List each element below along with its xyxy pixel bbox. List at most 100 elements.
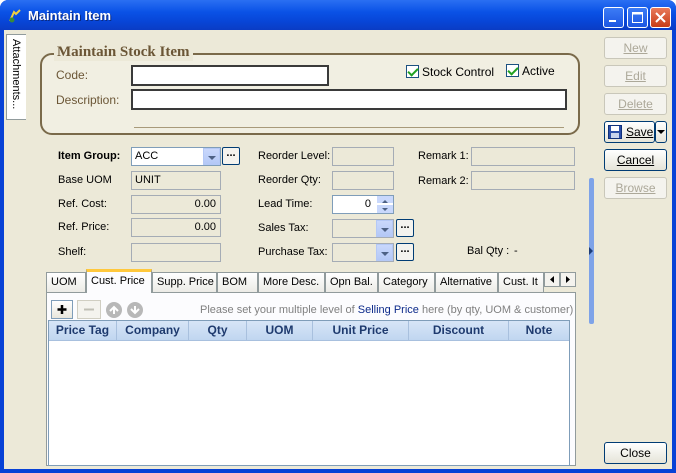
tab-bom[interactable]: BOM	[217, 272, 258, 292]
tab-category[interactable]: Category	[378, 272, 435, 292]
purchase-tax-select[interactable]	[332, 243, 394, 262]
chevron-up-icon	[382, 200, 388, 203]
reorder-level-field[interactable]	[332, 147, 394, 166]
grid-header: Price Tag Company Qty UOM Unit Price Dis…	[49, 321, 569, 341]
remark1-field[interactable]	[471, 147, 575, 166]
move-up-button[interactable]	[106, 302, 122, 318]
new-button[interactable]: New	[604, 37, 667, 59]
col-note[interactable]: Note	[509, 321, 569, 341]
item-group-select[interactable]: ACC	[131, 147, 221, 166]
shelf-field[interactable]	[131, 243, 221, 262]
purchase-tax-dropdown-button[interactable]	[376, 244, 393, 261]
chevron-down-icon	[382, 208, 388, 211]
sales-tax-browse-button[interactable]: ...	[396, 219, 414, 237]
sales-tax-label: Sales Tax:	[258, 222, 309, 234]
ref-price-field[interactable]: 0.00	[131, 218, 221, 237]
collapse-arrow-icon[interactable]	[588, 246, 594, 256]
col-uom[interactable]: UOM	[247, 321, 313, 341]
ref-price-label: Ref. Price:	[58, 221, 110, 233]
bal-qty-value: -	[514, 245, 518, 257]
save-options-dropdown[interactable]	[655, 121, 667, 143]
lead-time-label: Lead Time:	[258, 198, 313, 210]
shelf-label: Shelf:	[58, 246, 87, 258]
minimize-icon	[609, 20, 616, 22]
attachments-tab[interactable]: Attachments...	[6, 34, 26, 120]
lead-time-spinner[interactable]: 0	[332, 195, 394, 214]
arrow-up-icon	[109, 305, 119, 314]
attachments-tab-label: Attachments...	[10, 39, 22, 110]
maximize-button[interactable]	[627, 7, 648, 28]
reorder-level-label: Reorder Level:	[258, 150, 331, 162]
ref-cost-field[interactable]: 0.00	[131, 195, 221, 214]
base-uom-field[interactable]: UNIT	[131, 171, 221, 190]
tab-cust-price[interactable]: Cust. Price	[86, 269, 152, 293]
reorder-qty-label: Reorder Qty:	[258, 174, 321, 186]
remark1-label: Remark 1:	[418, 150, 469, 162]
close-window-button[interactable]	[650, 7, 671, 28]
plus-icon	[57, 305, 67, 314]
tab-supp-price[interactable]: Supp. Price	[152, 272, 217, 292]
ref-cost-label: Ref. Cost:	[58, 198, 107, 210]
col-company[interactable]: Company	[117, 321, 189, 341]
code-label: Code:	[56, 68, 89, 82]
delete-button[interactable]: Delete	[604, 93, 667, 115]
add-row-button[interactable]	[51, 300, 73, 319]
chevron-right-icon	[566, 276, 570, 283]
groupbox-divider	[134, 127, 564, 128]
remark2-label: Remark 2:	[418, 175, 469, 187]
save-button[interactable]: Save	[604, 121, 655, 143]
cancel-button[interactable]: Cancel	[604, 149, 667, 171]
arrow-down-icon	[130, 306, 140, 315]
base-uom-label: Base UOM	[58, 174, 112, 186]
chevron-down-icon	[657, 130, 665, 134]
floppy-disk-icon	[608, 125, 622, 139]
stock-control-checkbox[interactable]	[406, 65, 419, 78]
app-icon	[9, 9, 21, 23]
save-button-label: Save	[626, 125, 654, 139]
col-discount[interactable]: Discount	[409, 321, 509, 341]
move-down-button[interactable]	[127, 302, 143, 318]
purchase-tax-label: Purchase Tax:	[258, 246, 328, 258]
tab-alternative[interactable]: Alternative	[435, 272, 498, 292]
tab-more-desc[interactable]: More Desc.	[258, 272, 325, 292]
code-input[interactable]	[131, 65, 329, 86]
col-unit-price[interactable]: Unit Price	[313, 321, 409, 341]
close-icon	[655, 12, 666, 23]
tab-opn-bal[interactable]: Opn Bal.	[325, 272, 378, 292]
stock-control-label: Stock Control	[422, 65, 495, 79]
col-qty[interactable]: Qty	[189, 321, 247, 341]
chevron-left-icon	[550, 276, 554, 283]
price-grid[interactable]: Price Tag Company Qty UOM Unit Price Dis…	[48, 320, 570, 466]
close-button[interactable]: Close	[604, 442, 667, 464]
tab-scroll-left-button[interactable]	[544, 272, 560, 287]
minimize-button[interactable]	[603, 7, 624, 28]
selling-price-link[interactable]: Selling Price	[358, 304, 419, 316]
minus-icon	[84, 308, 94, 311]
item-group-label: Item Group:	[58, 150, 121, 162]
selling-price-hint: Please set your multiple level of Sellin…	[200, 304, 574, 316]
lead-time-up-button[interactable]	[377, 196, 393, 204]
remark2-field[interactable]	[471, 171, 575, 190]
active-checkbox[interactable]	[506, 64, 519, 77]
remove-row-button[interactable]	[77, 300, 101, 319]
tab-cust-item[interactable]: Cust. It	[498, 272, 544, 292]
sales-tax-select[interactable]	[332, 219, 394, 238]
reorder-qty-field[interactable]	[332, 171, 394, 190]
description-input[interactable]	[131, 89, 567, 110]
item-group-dropdown-button[interactable]	[203, 148, 220, 165]
title-bar[interactable]: Maintain Item	[0, 0, 676, 30]
purchase-tax-browse-button[interactable]: ...	[396, 243, 414, 261]
active-label: Active	[522, 64, 555, 78]
tab-scroll-right-button[interactable]	[560, 272, 576, 287]
maximize-icon	[632, 12, 643, 23]
window: Maintain Item Attachments... Maintain St…	[0, 0, 676, 473]
tab-uom[interactable]: UOM	[46, 272, 86, 292]
col-price-tag[interactable]: Price Tag	[49, 321, 117, 341]
edit-button[interactable]: Edit	[604, 65, 667, 87]
sales-tax-dropdown-button[interactable]	[376, 220, 393, 237]
window-title: Maintain Item	[28, 8, 112, 23]
lead-time-down-button[interactable]	[377, 205, 393, 213]
description-label: Description:	[56, 93, 120, 107]
item-group-browse-button[interactable]: ...	[222, 147, 240, 165]
browse-button[interactable]: Browse	[604, 177, 667, 199]
